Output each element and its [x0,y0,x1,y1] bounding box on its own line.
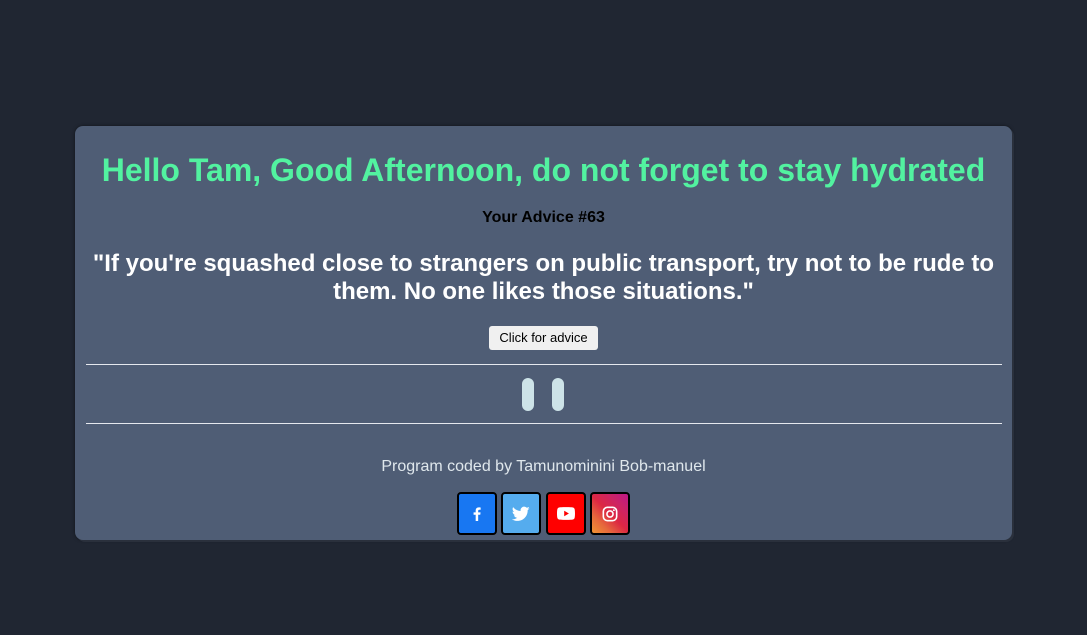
facebook-link[interactable] [457,492,497,535]
pause-bar-left [522,378,534,411]
pause-icon [522,378,564,411]
advice-number: Your Advice #63 [482,209,605,226]
twitter-link[interactable] [501,492,541,535]
greeting-heading: Hello Tam, Good Afternoon, do not forget… [101,152,986,188]
advice-text: "If you're squashed close to strangers o… [92,250,995,305]
twitter-icon [512,506,530,521]
instagram-link[interactable] [590,492,630,535]
youtube-link[interactable] [546,492,586,535]
get-advice-button[interactable]: Click for advice [489,326,598,350]
social-links [457,492,631,535]
footer-credit: Program coded by Tamunominini Bob-manuel [381,458,706,475]
divider-top [86,364,1002,365]
advice-card: Hello Tam, Good Afternoon, do not forget… [75,126,1012,540]
divider-bottom [86,423,1002,424]
pause-bar-right [552,378,564,411]
instagram-icon [602,506,618,521]
facebook-icon [473,506,481,521]
youtube-icon [557,507,575,520]
